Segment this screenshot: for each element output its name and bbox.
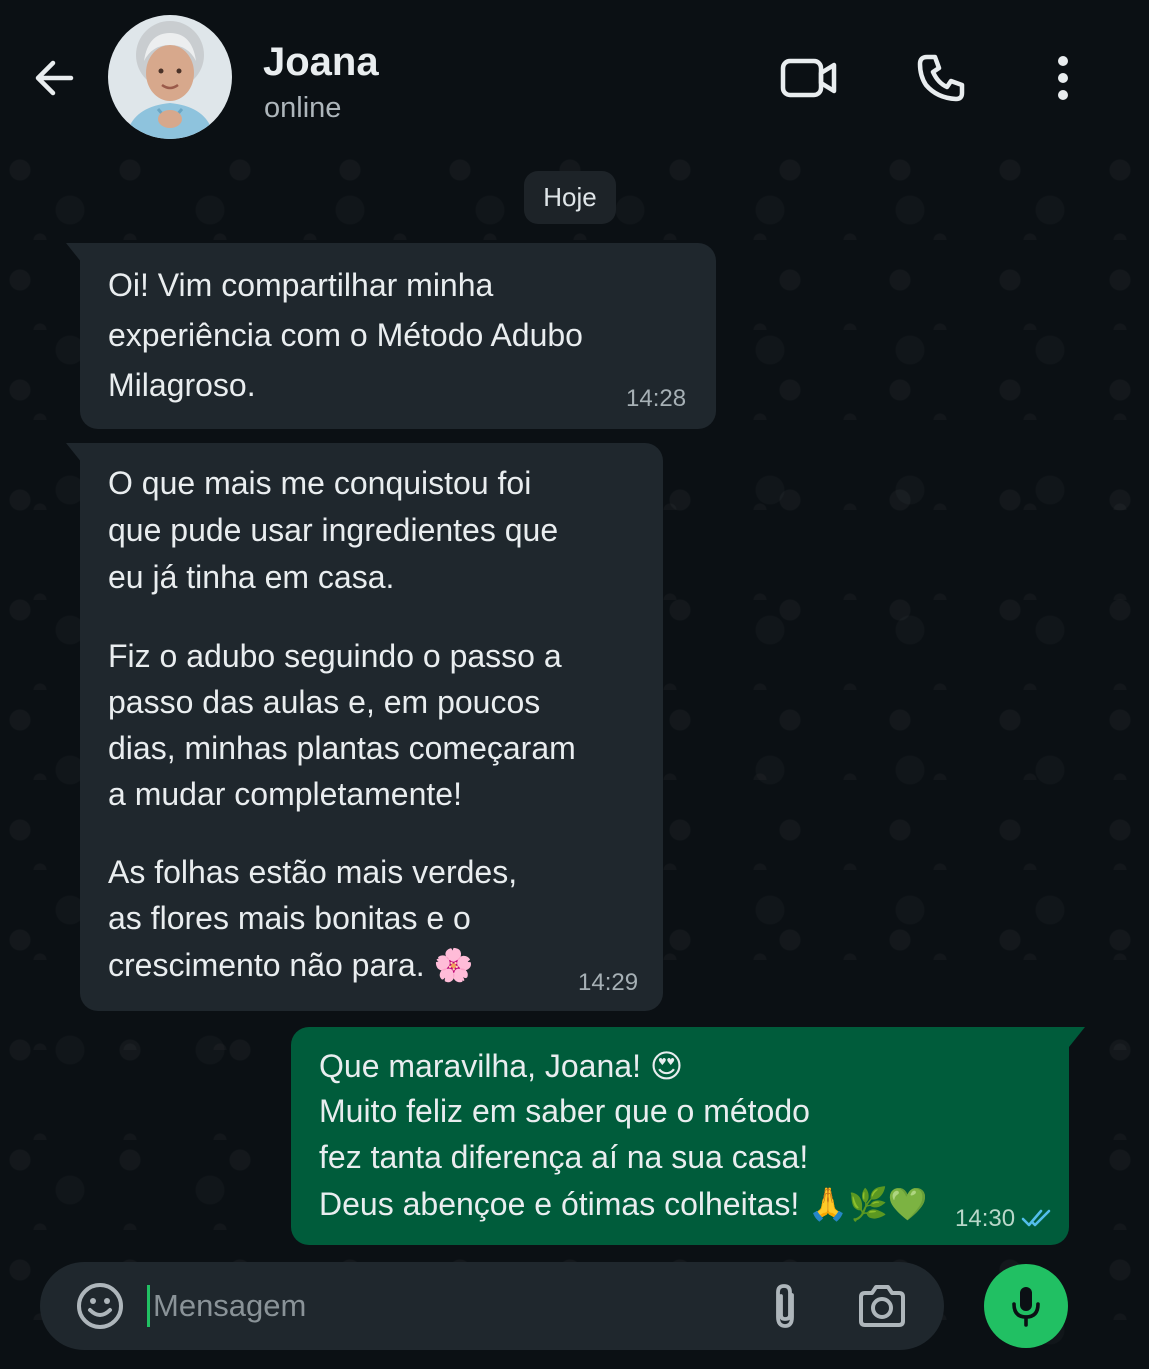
more-vertical-icon <box>1058 56 1068 100</box>
more-options-button[interactable] <box>1040 50 1086 106</box>
phone-icon <box>917 54 965 102</box>
contact-name[interactable]: Joana <box>263 40 379 85</box>
message-text: eu já tinha em casa. <box>108 559 395 595</box>
message-text: experiência com o Método Adubo <box>108 317 583 353</box>
message-text: Que maravilha, Joana! 😍 <box>319 1048 684 1084</box>
message-text: que pude usar ingredientes que <box>108 512 559 548</box>
emoji-icon <box>77 1283 123 1329</box>
message-text: a mudar completamente! <box>108 776 462 812</box>
message-text: Fiz o adubo seguindo o passo a <box>108 638 562 674</box>
message-text: Deus abençoe e ótimas colheitas! 🙏🌿💚 <box>319 1186 928 1222</box>
message-bubble-incoming[interactable]: O que mais me conquistou foi que pude us… <box>80 443 663 1011</box>
message-text: Milagroso. <box>108 367 256 403</box>
message-text: as flores mais bonitas e o <box>108 900 471 936</box>
emoji-button[interactable] <box>74 1280 126 1332</box>
chat-header: Joana online <box>0 0 1149 150</box>
double-check-read-icon <box>1021 1209 1051 1227</box>
message-input[interactable] <box>153 1284 713 1328</box>
message-text: As folhas estão mais verdes, <box>108 854 518 890</box>
message-text: Oi! Vim compartilhar minha <box>108 267 494 303</box>
message-text: crescimento não para. 🌸 <box>108 947 474 983</box>
message-text: dias, minhas plantas começaram <box>108 730 576 766</box>
message-time: 14:29 <box>578 969 639 996</box>
message-text: passo das aulas e, em poucos <box>108 684 541 720</box>
contact-status: online <box>264 92 342 124</box>
bubble-tail <box>1069 1027 1085 1047</box>
voice-message-button[interactable] <box>984 1264 1068 1348</box>
camera-button[interactable] <box>854 1280 910 1332</box>
message-bubble-outgoing[interactable]: Que maravilha, Joana! 😍 Muito feliz em s… <box>291 1027 1069 1245</box>
message-time: 14:28 <box>626 385 687 412</box>
camera-icon <box>859 1285 905 1327</box>
avatar[interactable] <box>108 15 232 139</box>
attach-button[interactable] <box>760 1280 810 1332</box>
message-text: O que mais me conquistou foi <box>108 465 532 501</box>
arrow-left-icon <box>35 60 74 96</box>
date-chip: Hoje <box>524 171 616 224</box>
message-bubble-incoming[interactable]: Oi! Vim compartilhar minha experiência c… <box>80 243 716 429</box>
message-text: fez tanta diferença aí na sua casa! <box>319 1139 809 1175</box>
microphone-icon <box>1012 1287 1040 1327</box>
text-caret <box>147 1285 150 1327</box>
video-call-button[interactable] <box>778 50 840 106</box>
message-time: 14:30 <box>955 1205 1016 1232</box>
voice-call-button[interactable] <box>912 50 970 106</box>
back-button[interactable] <box>28 52 80 104</box>
video-camera-icon <box>780 58 837 98</box>
message-text: Muito feliz em saber que o método <box>319 1093 810 1129</box>
paperclip-icon <box>776 1284 794 1328</box>
